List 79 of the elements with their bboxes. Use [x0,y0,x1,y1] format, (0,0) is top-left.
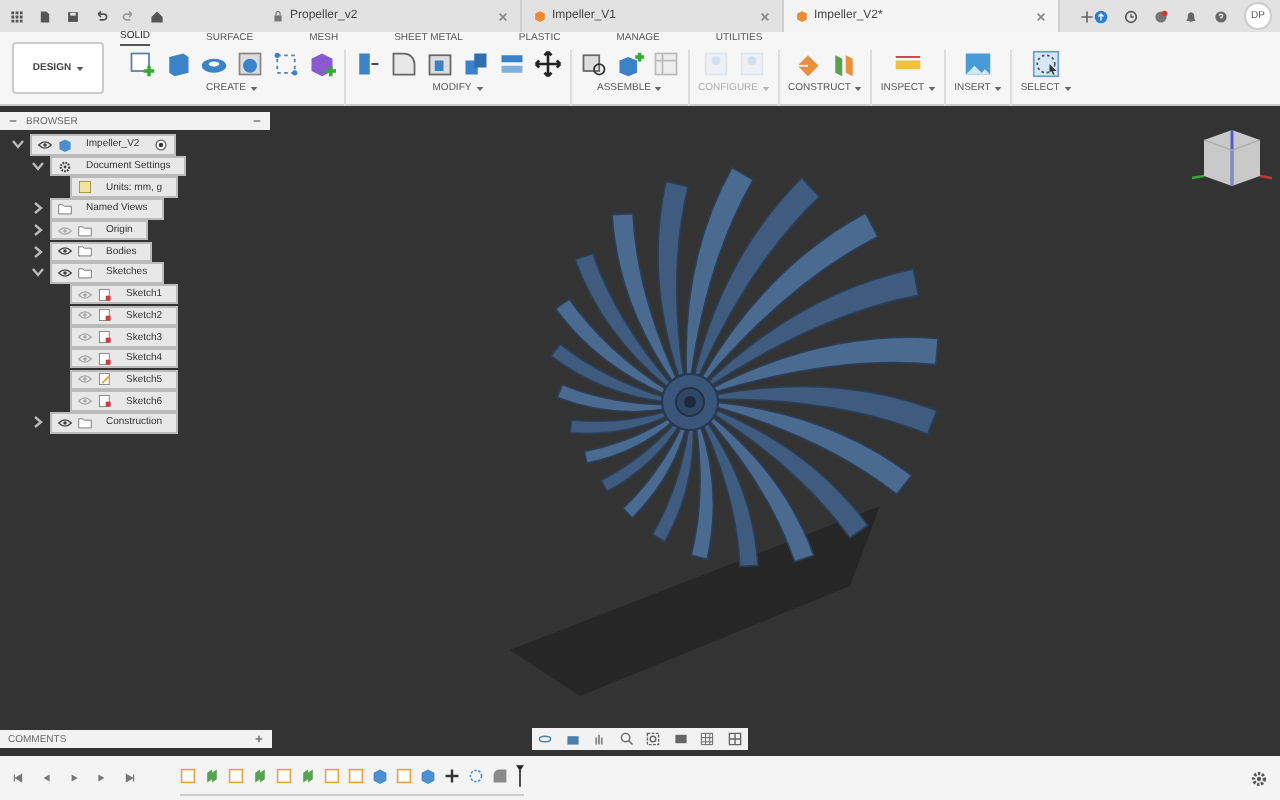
caret-icon [249,85,258,91]
eye-icon[interactable] [58,246,72,257]
grid-icon[interactable] [10,9,24,23]
chevron-icon[interactable] [12,138,24,151]
caret-icon [928,85,937,91]
minimize-icon[interactable] [252,116,262,126]
caret-icon [475,85,484,91]
pattern-feature-icon[interactable] [468,767,484,783]
gear-icon [58,159,72,174]
step-back-icon[interactable] [40,772,52,784]
eye-icon[interactable] [58,417,72,428]
collapse-icon[interactable] [8,116,18,126]
fillet-tool-icon[interactable] [390,50,418,78]
sketch-icon [98,394,112,409]
help-icon[interactable] [1214,9,1228,23]
caret-icon [654,85,663,91]
save-icon[interactable] [66,9,80,23]
play-icon[interactable] [68,772,80,784]
sketch-icon [98,330,112,345]
lock-icon [272,10,284,22]
upload-icon[interactable] [1094,9,1108,23]
cube-icon [796,10,808,22]
sketch-icon [98,308,112,323]
chevron-icon[interactable] [32,416,44,429]
caret-icon [994,85,1003,91]
sketch-icon [98,372,112,387]
step-forward-icon[interactable] [96,772,108,784]
skip-end-icon[interactable] [124,772,136,784]
bell-icon[interactable] [1184,9,1198,23]
add-tab-icon[interactable] [1080,9,1094,23]
fit-icon[interactable] [646,732,661,746]
add-icon[interactable] [254,734,264,744]
chevron-icon[interactable] [32,245,44,258]
shell-tool-icon[interactable] [426,50,454,78]
move-feature-icon[interactable] [444,767,460,783]
skip-start-icon[interactable] [12,772,24,784]
view-cube-drawing[interactable] [1191,130,1273,187]
cube-icon [534,10,546,22]
settings-icon[interactable] [1250,769,1268,787]
close-icon[interactable] [1036,11,1046,21]
caret-icon [75,65,84,71]
sketch-icon [98,351,112,366]
caret-icon [1063,85,1072,91]
close-icon[interactable] [760,11,770,21]
sketch-feature-icon[interactable] [180,767,196,783]
sketch-feature-icon[interactable] [276,767,292,783]
notification-icon[interactable] [1154,9,1168,23]
zoom-icon[interactable] [619,732,634,746]
close-icon[interactable] [498,11,508,21]
chevron-icon[interactable] [32,224,44,237]
caret-icon [854,85,863,91]
eye-icon[interactable] [38,139,52,150]
grid-icon[interactable] [700,732,715,746]
chevron-icon[interactable] [32,160,44,173]
caret-icon [762,85,770,91]
sketch-icon [98,287,112,302]
undo-icon[interactable] [94,9,108,23]
box-tool-icon[interactable] [164,50,192,78]
chevron-icon[interactable] [32,266,44,279]
combine-tool-icon[interactable] [462,50,490,78]
eye-icon[interactable] [58,267,72,278]
folder-icon [78,415,92,430]
file-icon[interactable] [38,9,52,23]
chevron-icon[interactable] [32,202,44,215]
image-tool-icon[interactable] [964,50,993,78]
sketch-feature-icon[interactable] [396,767,412,783]
sketch-feature-icon[interactable] [228,767,244,783]
radio-icon[interactable] [153,137,168,152]
component-icon [58,137,72,152]
ruler-icon [78,180,92,195]
redo-icon[interactable] [122,9,136,23]
viewports-icon[interactable] [727,732,742,746]
impeller-drawing[interactable] [550,166,939,568]
sel-tool-icon[interactable] [1032,50,1061,78]
clock-icon[interactable] [1124,9,1138,23]
timeline-marker-icon[interactable] [516,761,524,789]
orbit-icon[interactable] [538,732,553,746]
home-icon[interactable] [150,9,164,23]
move-tool-icon[interactable] [534,50,562,78]
